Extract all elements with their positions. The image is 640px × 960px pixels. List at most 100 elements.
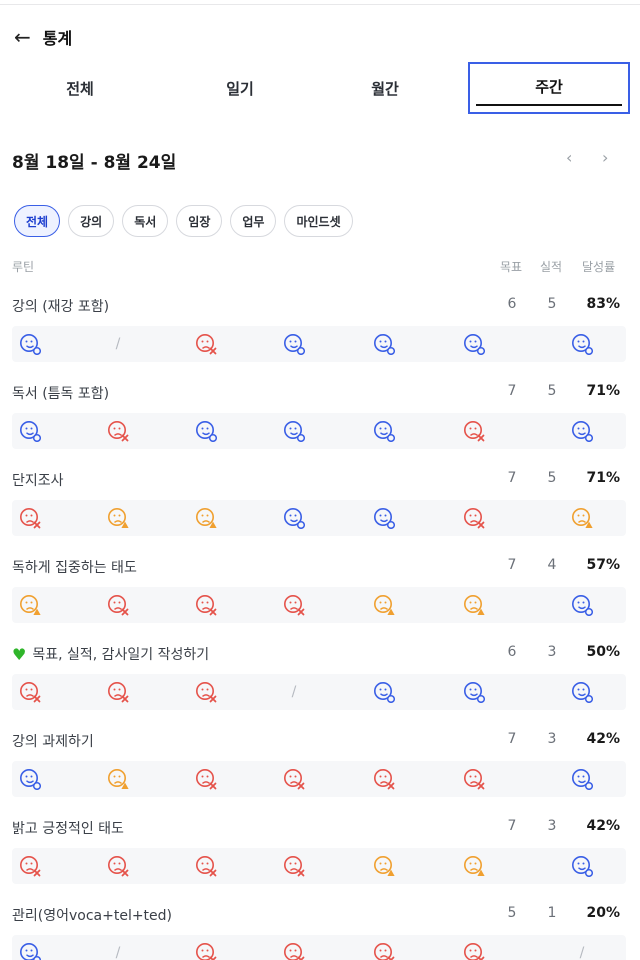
routine-actual: 3 xyxy=(547,818,557,834)
routine-name: 독하게 집중하는 태도 xyxy=(12,557,137,577)
routine-name-label: 강의 과제하기 xyxy=(12,734,94,750)
fail-face-icon[interactable] xyxy=(462,419,486,443)
partial-face-icon[interactable] xyxy=(106,767,130,791)
routine-goal: 7 xyxy=(507,818,517,834)
fail-face-icon[interactable] xyxy=(194,332,218,356)
routine-actual: 1 xyxy=(547,905,557,921)
fail-face-icon[interactable] xyxy=(372,941,396,960)
tab-weekly[interactable]: 주간 xyxy=(468,62,630,114)
success-face-icon[interactable] xyxy=(282,506,306,530)
fail-face-icon[interactable] xyxy=(462,941,486,960)
routine-row: 강의 (재강 포함) 6 5 83% / xyxy=(0,296,640,366)
success-face-icon[interactable] xyxy=(18,419,42,443)
column-header-routine: 루틴 xyxy=(12,260,35,274)
success-face-icon[interactable] xyxy=(282,332,306,356)
success-face-icon[interactable] xyxy=(282,419,306,443)
routine-row: 밝고 긍정적인 태도 7 3 42% xyxy=(0,818,640,888)
success-face-icon[interactable] xyxy=(462,680,486,704)
day-status-strip xyxy=(12,587,626,623)
column-header-rate: 달성률 xyxy=(582,260,616,274)
routine-name-label: 독하게 집중하는 태도 xyxy=(12,560,137,576)
success-face-icon[interactable] xyxy=(570,419,594,443)
fail-face-icon[interactable] xyxy=(106,419,130,443)
tab-monthly[interactable]: 월간 xyxy=(305,62,465,114)
fail-face-icon[interactable] xyxy=(194,854,218,878)
fail-face-icon[interactable] xyxy=(194,941,218,960)
routine-name-label: 밝고 긍정적인 태도 xyxy=(12,821,124,837)
success-face-icon[interactable] xyxy=(462,332,486,356)
success-face-icon[interactable] xyxy=(570,680,594,704)
success-face-icon[interactable] xyxy=(18,332,42,356)
header: ← 통계 xyxy=(14,26,72,48)
routine-name-label: 단지조사 xyxy=(12,473,64,489)
success-face-icon[interactable] xyxy=(372,419,396,443)
fail-face-icon[interactable] xyxy=(282,593,306,617)
routine-name-label: 강의 (재강 포함) xyxy=(12,299,110,315)
day-status-strip: / xyxy=(12,674,626,710)
routine-row: 독하게 집중하는 태도 7 4 57% xyxy=(0,557,640,627)
fail-face-icon[interactable] xyxy=(18,680,42,704)
partial-face-icon[interactable] xyxy=(106,506,130,530)
success-face-icon[interactable] xyxy=(570,593,594,617)
partial-face-icon[interactable] xyxy=(372,593,396,617)
partial-face-icon[interactable] xyxy=(372,854,396,878)
routine-rate: 20% xyxy=(586,905,620,921)
no-record-mark: / xyxy=(115,336,121,352)
fail-face-icon[interactable] xyxy=(282,767,306,791)
routine-name: ♥ 목표, 실적, 감사일기 작성하기 xyxy=(12,644,209,664)
fail-face-icon[interactable] xyxy=(282,854,306,878)
fail-face-icon[interactable] xyxy=(106,593,130,617)
fail-face-icon[interactable] xyxy=(462,767,486,791)
routine-name: 밝고 긍정적인 태도 xyxy=(12,818,124,838)
filter-chip-mindset[interactable]: 마인드셋 xyxy=(284,205,353,237)
routine-actual: 5 xyxy=(547,296,557,312)
chevron-left-icon[interactable]: ‹ xyxy=(566,148,572,167)
fail-face-icon[interactable] xyxy=(194,593,218,617)
day-status-strip xyxy=(12,500,626,536)
filter-chip-all[interactable]: 전체 xyxy=(14,205,61,237)
routine-rate: 71% xyxy=(586,383,620,399)
routine-name-label: 독서 (틈독 포함) xyxy=(12,386,110,402)
partial-face-icon[interactable] xyxy=(194,506,218,530)
filter-chip-lecture[interactable]: 강의 xyxy=(68,205,115,237)
routine-rate: 83% xyxy=(586,296,620,312)
success-face-icon[interactable] xyxy=(570,332,594,356)
success-face-icon[interactable] xyxy=(194,419,218,443)
fail-face-icon[interactable] xyxy=(462,506,486,530)
partial-face-icon[interactable] xyxy=(570,506,594,530)
routine-name-label: 목표, 실적, 감사일기 작성하기 xyxy=(32,647,210,663)
routine-actual: 3 xyxy=(547,644,557,660)
chevron-right-icon[interactable]: › xyxy=(602,148,608,167)
day-status-strip xyxy=(12,761,626,797)
fail-face-icon[interactable] xyxy=(194,680,218,704)
fail-face-icon[interactable] xyxy=(18,854,42,878)
success-face-icon[interactable] xyxy=(372,332,396,356)
column-header-goal: 목표 xyxy=(500,260,523,274)
day-status-strip xyxy=(12,413,626,449)
partial-face-icon[interactable] xyxy=(462,854,486,878)
fail-face-icon[interactable] xyxy=(106,680,130,704)
partial-face-icon[interactable] xyxy=(462,593,486,617)
fail-face-icon[interactable] xyxy=(18,506,42,530)
arrow-left-icon[interactable]: ← xyxy=(14,27,31,47)
filter-chip-site-visit[interactable]: 임장 xyxy=(176,205,223,237)
fail-face-icon[interactable] xyxy=(194,767,218,791)
tab-diary[interactable]: 일기 xyxy=(160,62,320,114)
success-face-icon[interactable] xyxy=(372,506,396,530)
routine-goal: 7 xyxy=(507,383,517,399)
routine-actual: 5 xyxy=(547,383,557,399)
success-face-icon[interactable] xyxy=(18,941,42,960)
filter-chip-reading[interactable]: 독서 xyxy=(122,205,169,237)
partial-face-icon[interactable] xyxy=(18,593,42,617)
success-face-icon[interactable] xyxy=(570,767,594,791)
success-face-icon[interactable] xyxy=(18,767,42,791)
success-face-icon[interactable] xyxy=(372,680,396,704)
routine-actual: 3 xyxy=(547,731,557,747)
tab-all[interactable]: 전체 xyxy=(0,62,160,114)
fail-face-icon[interactable] xyxy=(372,767,396,791)
fail-face-icon[interactable] xyxy=(106,854,130,878)
routine-rate: 50% xyxy=(586,644,620,660)
filter-chip-work[interactable]: 업무 xyxy=(230,205,277,237)
fail-face-icon[interactable] xyxy=(282,941,306,960)
success-face-icon[interactable] xyxy=(570,854,594,878)
